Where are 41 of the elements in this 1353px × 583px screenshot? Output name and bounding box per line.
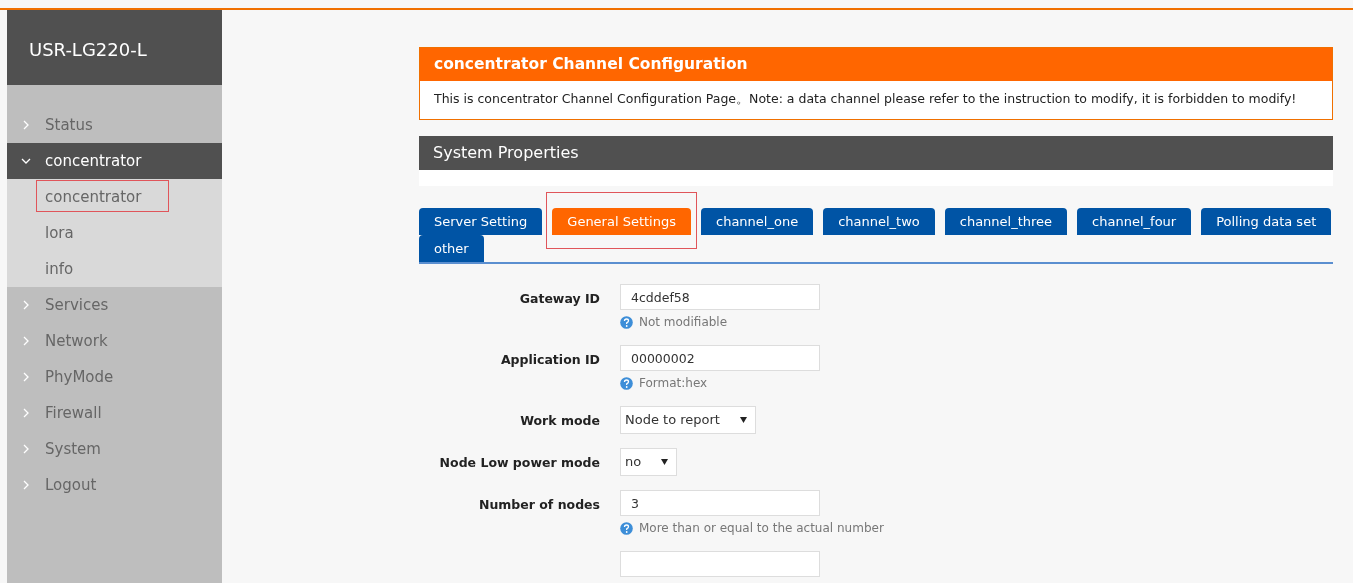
chevron-right-icon: [21, 443, 31, 455]
field-label: Node Low power mode: [439, 455, 600, 470]
dropdown[interactable]: no: [620, 448, 678, 476]
tab[interactable]: channel_one: [701, 208, 814, 235]
product-title: USR-LG220-L: [29, 39, 147, 60]
hint-text: Not modifiable: [639, 314, 728, 331]
input-field[interactable]: 3: [620, 490, 820, 516]
nav-item[interactable]: concentrator: [7, 143, 222, 179]
chevron-right-icon: [21, 119, 31, 131]
input-field[interactable]: [620, 551, 820, 577]
help-icon: [620, 315, 633, 329]
hint-text: More than or equal to the actual number: [639, 520, 884, 537]
field-label: Work mode: [520, 413, 600, 428]
field-label: Gateway ID: [519, 291, 600, 306]
tab[interactable]: channel_four: [1077, 208, 1192, 235]
chevron-right-icon: [21, 299, 31, 311]
field-label: Number of nodes: [478, 497, 600, 512]
section-title: System Properties: [419, 136, 1333, 170]
chevron-right-icon: [21, 479, 31, 491]
tab[interactable]: Server Setting: [419, 208, 543, 235]
notice-title: concentrator Channel Configuration: [420, 48, 1332, 82]
caret-icon: [661, 459, 669, 465]
notice-text: This is concentrator Channel Configuration Page。Note: a data channel please refer to the instruction to modify, it is forbidden to modify!: [433, 90, 1298, 109]
tab[interactable]: Polling data set: [1201, 208, 1332, 235]
help-icon: [620, 376, 633, 390]
nav-subitem[interactable]: lora: [45, 221, 74, 245]
input-field[interactable]: 4cddef58: [620, 284, 820, 310]
hint-text: Format:hex: [639, 375, 708, 392]
tab[interactable]: channel_two: [823, 208, 935, 235]
chevron-right-icon: [21, 407, 31, 419]
dropdown[interactable]: Node to report: [620, 406, 756, 434]
tab[interactable]: other: [419, 235, 484, 262]
field-label: Application ID: [500, 352, 600, 367]
nav-subitem[interactable]: info: [45, 257, 74, 281]
caret-icon: [739, 417, 747, 423]
nav-subitem[interactable]: concentrator: [45, 185, 142, 209]
tab[interactable]: channel_three: [944, 208, 1068, 235]
chevron-right-icon: [21, 371, 31, 383]
chevron-right-icon: [21, 335, 31, 347]
help-icon: [620, 521, 633, 535]
input-field[interactable]: 00000002: [620, 345, 820, 371]
